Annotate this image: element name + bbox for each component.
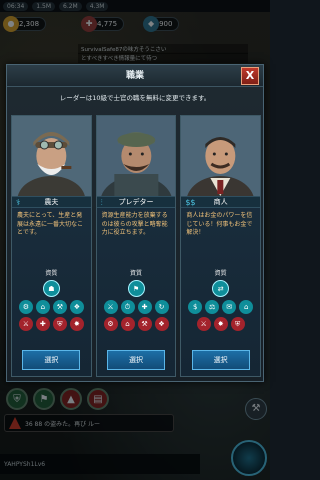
merchant-portrait	[181, 116, 261, 196]
class-description: 農夫にとって、生産と発展は永遠に一番大切なことです。	[17, 212, 84, 236]
class-description: 資源生産能力を放棄するのは彼らの攻撃と略奪能力に役立ちます。	[101, 212, 168, 236]
select-button[interactable]: 選択	[191, 350, 250, 370]
trait-icon[interactable]: ⚔	[196, 317, 211, 331]
trait-icon[interactable]: ✉	[222, 300, 237, 314]
trait-grid: ☗ ⚙ ⌂ ⚒ ❖ ⚔ ✚ ⛨ ✸	[12, 280, 91, 331]
dialog-notice: レーダーは10級で士官の職を無料に変更できます。	[59, 94, 211, 102]
profession-card-predator[interactable]: ⫶ プレデター 資源生産能力を放棄するのは彼らの攻撃と略奪能力に役立ちます。 資…	[95, 115, 177, 377]
merchant-icon: $$	[185, 198, 196, 207]
trait-icon[interactable]: ✚	[137, 300, 152, 314]
dialog-title: 職業	[125, 71, 144, 81]
trait-icon[interactable]: ⚔	[103, 300, 118, 314]
traits-title: 資質	[130, 270, 143, 277]
dialog-header: 職業 X	[7, 65, 263, 87]
production-trait-icon[interactable]: ☗	[42, 280, 60, 297]
trait-icon[interactable]: ⚙	[103, 317, 118, 331]
trait-icon[interactable]: ⛨	[230, 317, 245, 331]
farmer-portrait	[12, 116, 91, 196]
trait-icon[interactable]: ⌂	[239, 300, 254, 314]
class-name: プレデター	[118, 198, 154, 206]
close-button[interactable]: X	[241, 67, 259, 85]
trait-icon[interactable]: ⚒	[52, 300, 67, 314]
farmer-icon: ⚕	[16, 198, 21, 207]
traits-title: 資質	[45, 270, 58, 277]
trait-icon[interactable]: ⚖	[205, 300, 220, 314]
trait-grid: ⚑ ⚔ ⏱ ✚ ↻ ⚙ ⌂ ⚒ ❖	[97, 280, 176, 331]
profession-card-farmer[interactable]: ⚕ 農夫 農夫にとって、生産と発展は永遠に一番大切なことです。 資質 ☗ ⚙ ⌂…	[11, 115, 92, 377]
trait-icon[interactable]: ↻	[154, 300, 169, 314]
trait-icon[interactable]: ⌂	[35, 300, 50, 314]
predator-portrait	[96, 116, 176, 196]
trait-icon[interactable]: ⚒	[137, 317, 152, 331]
profession-cards: ⚕ 農夫 農夫にとって、生産と発展は永遠に一番大切なことです。 資質 ☗ ⚙ ⌂…	[11, 115, 262, 377]
predator-icon: ⫶	[100, 198, 103, 207]
attack-trait-icon[interactable]: ⚑	[127, 280, 145, 297]
class-description: 商人はお金のパワーを信じている！何事もお金で解決！	[186, 212, 253, 236]
trait-icon[interactable]: ✚	[35, 317, 50, 331]
class-name-bar: ⚕ 農夫	[12, 196, 91, 208]
select-button[interactable]: 選択	[107, 350, 165, 370]
trait-grid: ⇄ $ ⚖ ✉ ⌂ ⚔ ✸ ⛨	[181, 280, 260, 331]
trait-icon[interactable]: ⚙	[18, 300, 33, 314]
trait-icon[interactable]: ❖	[154, 317, 169, 331]
trait-icon[interactable]: ⛨	[52, 317, 67, 331]
class-name-bar: ⫶ プレデター	[96, 196, 176, 208]
trait-icon[interactable]: ✸	[213, 317, 228, 331]
class-name-bar: $$ 商人	[181, 196, 261, 208]
traits-title: 資質	[214, 270, 227, 277]
select-button[interactable]: 選択	[22, 350, 81, 370]
profession-card-merchant[interactable]: $$ 商人 商人はお金のパワーを信じている！何事もお金で解決！ 資質 ⇄ $ ⚖…	[180, 115, 262, 377]
class-name: 農夫	[44, 198, 59, 206]
class-name: 商人	[213, 198, 228, 206]
trait-icon[interactable]: ✸	[69, 317, 84, 331]
trait-icon[interactable]: $	[188, 300, 203, 314]
profession-dialog: 職業 X レーダーは10級で士官の職を無料に変更できます。 ⚕ 農夫 農夫にとっ…	[6, 64, 264, 382]
trait-icon[interactable]: ❖	[69, 300, 84, 314]
trait-icon[interactable]: ⌂	[120, 317, 135, 331]
trait-icon[interactable]: ⏱	[120, 300, 135, 314]
trade-trait-icon[interactable]: ⇄	[212, 280, 230, 297]
trait-icon[interactable]: ⚔	[18, 317, 33, 331]
